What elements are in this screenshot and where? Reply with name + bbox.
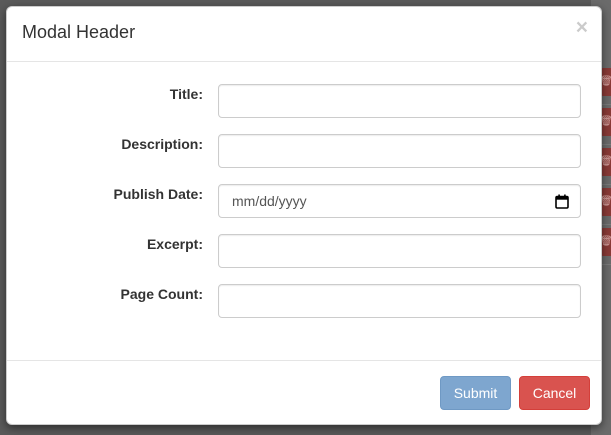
cancel-button[interactable]: Cancel: [519, 376, 590, 410]
publish-date-label: Publish Date:: [113, 186, 203, 202]
modal-footer: Submit Cancel: [7, 361, 601, 424]
excerpt-label: Excerpt:: [146, 236, 203, 252]
title-input[interactable]: [218, 84, 581, 118]
modal-title: Modal Header: [22, 22, 136, 42]
title-label: Title:: [169, 86, 203, 102]
form-row-excerpt: Excerpt:: [7, 234, 603, 268]
submit-button[interactable]: Submit: [440, 376, 511, 410]
form-row-title: Title:: [7, 84, 603, 118]
publish-date-input[interactable]: mm/dd/yyyy: [218, 184, 581, 218]
form-row-page-count: Page Count:: [7, 284, 603, 318]
excerpt-input[interactable]: [218, 234, 581, 268]
page-count-input[interactable]: [218, 284, 581, 318]
form-row-description: Description:: [7, 134, 603, 168]
description-input[interactable]: [218, 134, 581, 168]
date-placeholder: mm/dd/yyyy: [232, 193, 307, 209]
modal-body: Title: Description: Publish Date: mm/dd/…: [7, 62, 601, 361]
modal-header: Modal Header ×: [7, 7, 601, 62]
page-count-label: Page Count:: [120, 286, 203, 302]
calendar-icon[interactable]: [555, 194, 569, 209]
modal-dialog: Modal Header × Title: Description: Publi…: [6, 6, 602, 425]
close-icon[interactable]: ×: [576, 17, 588, 38]
description-label: Description:: [121, 136, 203, 152]
form-row-publish-date: Publish Date: mm/dd/yyyy: [7, 184, 603, 218]
